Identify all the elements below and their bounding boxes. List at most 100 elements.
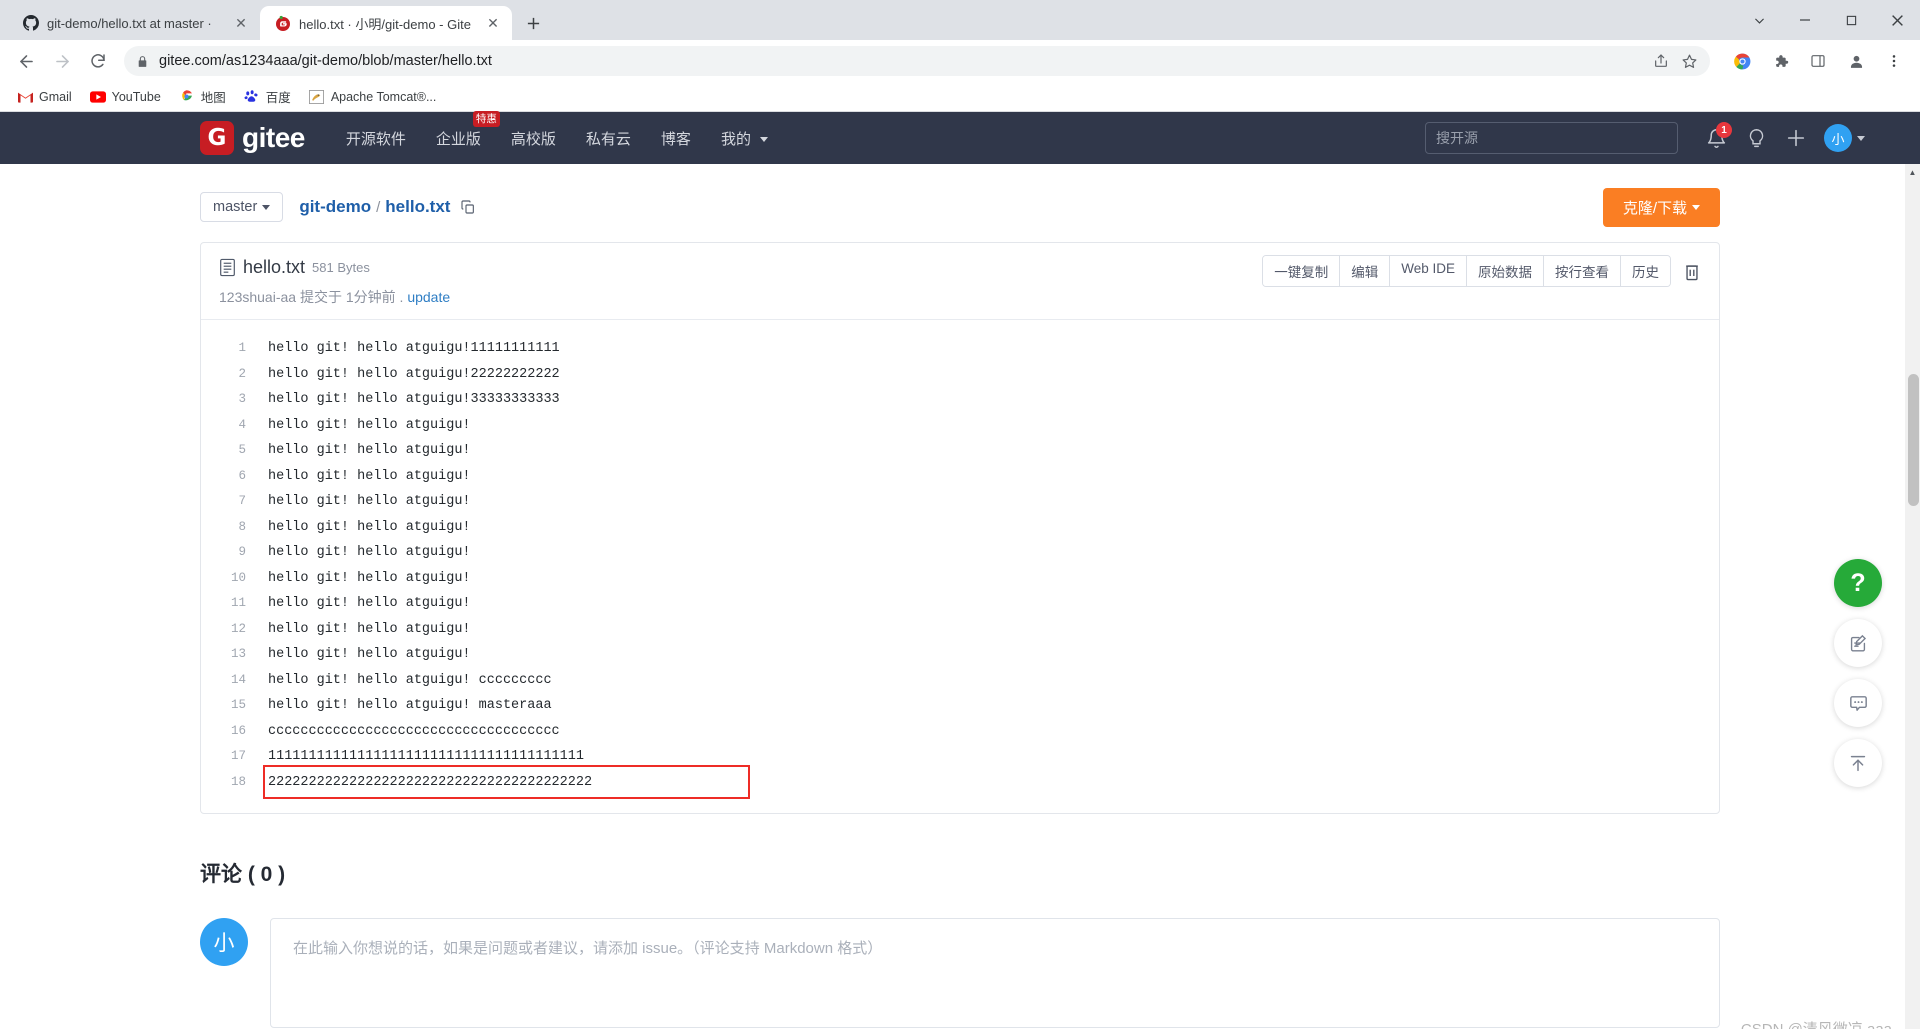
page-scrollbar[interactable]: ▲ ▼ (1905, 164, 1920, 1029)
extension-toolbar (1720, 45, 1910, 77)
breadcrumb-repo[interactable]: git-demo (299, 197, 371, 217)
nav-label: 企业版 (435, 130, 481, 148)
address-bar[interactable]: gitee.com/as1234aaa/git-demo/blob/master… (124, 46, 1710, 76)
maximize-button[interactable] (1828, 0, 1874, 40)
chrome-profile-icon[interactable] (1726, 45, 1758, 77)
action-history[interactable]: 历史 (1621, 256, 1670, 286)
file-card: hello.txt 581 Bytes 123shuai-aa 提交于 1分钟前… (200, 242, 1720, 814)
bookmark-baidu[interactable]: 百度 (237, 84, 298, 109)
nav-label: 我的 (720, 130, 751, 148)
line-content: hello git! hello atguigu! (268, 443, 471, 458)
bookmark-label: Apache Tomcat®... (330, 89, 437, 104)
line-content: hello git! hello atguigu! (268, 596, 471, 611)
lightbulb-icon[interactable] (1736, 118, 1776, 158)
menu-icon[interactable] (1878, 45, 1910, 77)
file-content: 1 hello git! hello atguigu!11111111111 2 h… (201, 320, 1719, 813)
nav-item-enterprise[interactable]: 企业版 特惠 (421, 110, 500, 149)
chevron-down-icon (262, 204, 271, 210)
line-number: 4 (238, 417, 246, 432)
commit-message[interactable]: update (407, 289, 450, 305)
comment-composer: 小 在此输入你想说的话，如果是问题或者建议，请添加 issue。（评论支持 Ma… (200, 918, 1720, 1028)
feedback-button[interactable] (1834, 619, 1882, 667)
github-icon (22, 15, 39, 32)
window-controls (1736, 0, 1920, 40)
code-line: 4 hello git! hello atguigu! (201, 413, 1719, 439)
user-menu[interactable]: 小 (1816, 124, 1865, 152)
share-icon[interactable] (1653, 53, 1669, 69)
bookmark-gmail[interactable]: Gmail (10, 86, 79, 108)
new-tab-button[interactable] (518, 8, 548, 38)
action-copy-all[interactable]: 一键复制 (1263, 256, 1341, 286)
code-line: 2 hello git! hello atguigu!22222222222 (201, 362, 1719, 388)
scrollbar-thumb[interactable] (1908, 374, 1919, 506)
code-line: 5 hello git! hello atguigu! (201, 438, 1719, 464)
code-line: 6 hello git! hello atguigu! (201, 464, 1719, 490)
file-action-bar: 一键复制 编辑 Web IDE 原始数据 按行查看 历史 (1262, 255, 1701, 287)
forward-icon[interactable] (46, 45, 78, 77)
line-number: 2 (238, 366, 246, 381)
help-button[interactable]: ? (1834, 559, 1882, 607)
nav-item-blog[interactable]: 博客 (646, 128, 706, 149)
nav-item-opensource[interactable]: 开源软件 (331, 128, 421, 149)
commit-verb: 提交于 (299, 289, 342, 305)
search-input[interactable]: 搜开源 (1425, 122, 1678, 154)
action-blame[interactable]: 按行查看 (1544, 256, 1621, 286)
copy-icon[interactable] (460, 199, 476, 215)
reload-icon[interactable] (82, 45, 114, 77)
line-number: 1 (238, 341, 246, 355)
file-size: 581 Bytes (312, 260, 370, 275)
action-web-ide[interactable]: Web IDE (1390, 256, 1467, 286)
promo-badge: 特惠 (472, 110, 500, 127)
scroll-up-arrow[interactable]: ▲ (1905, 164, 1920, 180)
plus-icon[interactable] (1776, 118, 1816, 158)
close-icon[interactable]: ✕ (232, 14, 250, 32)
gitee-header: G gitee 开源软件 企业版 特惠 高校版 私有云 博客 我的 搜开源 1 (0, 110, 1920, 164)
comment-input[interactable]: 在此输入你想说的话，如果是问题或者建议，请添加 issue。（评论支持 Mark… (270, 918, 1720, 1028)
line-number: 6 (238, 468, 246, 483)
line-content: 2222222222222222222222222222222222222222 (268, 774, 593, 790)
gitee-logo-text: gitee (242, 122, 305, 153)
bell-icon[interactable]: 1 (1696, 118, 1736, 158)
commit-author[interactable]: 123shuai-aa (219, 289, 296, 305)
action-edit[interactable]: 编辑 (1340, 256, 1391, 286)
code-line: 14 hello git! hello atguigu! ccccccccc (201, 668, 1719, 694)
bookmark-youtube[interactable]: YouTube (83, 86, 168, 108)
gitee-header-right: 搜开源 1 小 (1425, 112, 1865, 164)
minimize-button[interactable] (1782, 0, 1828, 40)
nav-item-education[interactable]: 高校版 (496, 128, 571, 149)
back-to-top-button[interactable] (1834, 739, 1882, 787)
action-raw[interactable]: 原始数据 (1467, 256, 1544, 286)
code-line: 11 hello git! hello atguigu! (201, 591, 1719, 617)
clone-download-button[interactable]: 克隆/下载 (1602, 188, 1720, 227)
comments-section: 评论 ( 0 ) 小 在此输入你想说的话，如果是问题或者建议，请添加 issue… (200, 858, 1720, 1028)
bookmark-tomcat[interactable]: Apache Tomcat®... (302, 86, 444, 108)
back-icon[interactable] (10, 45, 42, 77)
line-number: 17 (230, 749, 246, 763)
sidepanel-icon[interactable] (1802, 45, 1834, 77)
lock-icon (136, 55, 149, 68)
branch-selector[interactable]: master (200, 192, 284, 222)
trash-icon[interactable] (1683, 262, 1701, 281)
bookmark-maps[interactable]: 地图 (172, 84, 233, 109)
chevron-down-icon[interactable] (1736, 0, 1782, 40)
puzzle-icon[interactable] (1764, 45, 1796, 77)
line-number: 10 (230, 570, 246, 585)
gitee-icon (274, 15, 291, 32)
browser-tab-2[interactable]: hello.txt · 小明/git-demo - Gite ✕ (260, 6, 512, 40)
gitee-main-nav: 开源软件 企业版 特惠 高校版 私有云 博客 我的 (331, 110, 783, 149)
line-content: hello git! hello atguigu! (268, 621, 471, 637)
close-icon[interactable]: ✕ (484, 14, 502, 32)
account-icon[interactable] (1840, 45, 1872, 77)
nav-item-mine[interactable]: 我的 (706, 128, 783, 149)
bookmark-label: Gmail (39, 89, 72, 104)
chat-button[interactable] (1834, 679, 1882, 727)
close-window-button[interactable] (1874, 0, 1920, 40)
star-icon[interactable] (1681, 53, 1698, 70)
browser-tab-1[interactable]: git-demo/hello.txt at master · ✕ (8, 6, 260, 40)
nav-item-privatecloud[interactable]: 私有云 (571, 128, 646, 149)
nav-label: 高校版 (510, 130, 556, 148)
line-content: hello git! hello atguigu! ccccccccc (268, 672, 552, 688)
gitee-logo[interactable]: G gitee (200, 121, 305, 155)
line-content: hello git! hello atguigu! (268, 468, 471, 484)
commit-info: 123shuai-aa 提交于 1分钟前 . update (219, 287, 1701, 307)
